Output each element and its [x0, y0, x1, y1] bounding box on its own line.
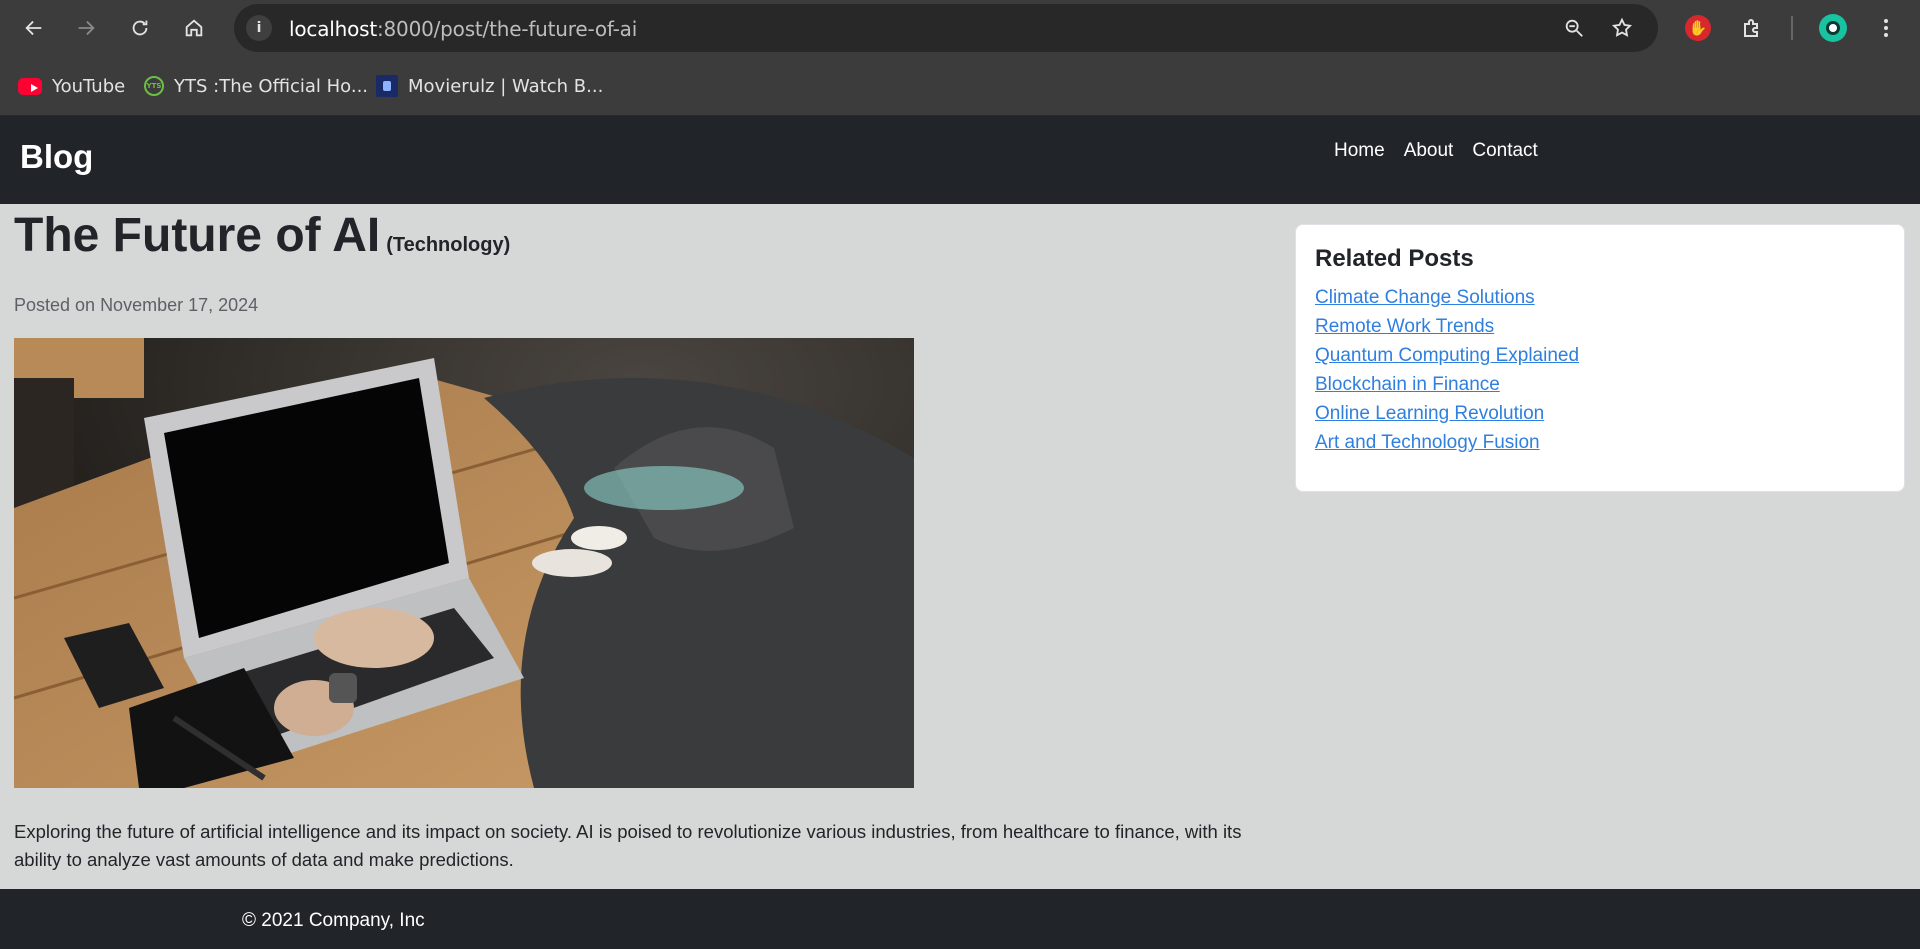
post-body: Exploring the future of artificial intel…	[14, 821, 1242, 870]
bookmark-movierulz[interactable]: Movierulz | Watch B...	[376, 72, 603, 100]
address-bar[interactable]: i localhost:8000/post/the-future-of-ai	[234, 4, 1658, 52]
main-content: The Future of AI (Technology) Posted on N…	[0, 204, 1920, 889]
related-posts-title: Related Posts	[1315, 245, 1474, 272]
related-link-remote-work[interactable]: Remote Work Trends	[1315, 312, 1885, 341]
site-info-icon[interactable]: i	[246, 15, 272, 41]
browser-toolbar: i localhost:8000/post/the-future-of-ai ✋	[0, 0, 1920, 56]
home-button[interactable]	[176, 10, 212, 46]
laptop-photo-illustration	[14, 338, 914, 788]
bookmark-label: YTS :The Official Ho...	[174, 75, 369, 97]
footer-copyright: © 2021 Company, Inc	[242, 910, 425, 931]
reload-icon	[132, 20, 148, 36]
puzzle-icon	[1744, 19, 1758, 37]
post-title: The Future of AI (Technology)	[14, 208, 510, 263]
bookmark-label: Movierulz | Watch B...	[408, 75, 604, 97]
related-link-blockchain[interactable]: Blockchain in Finance	[1315, 370, 1885, 399]
browser-menu-button[interactable]	[1870, 12, 1902, 44]
site-footer: © 2021 Company, Inc	[0, 889, 1920, 949]
bookmark-youtube[interactable]: YouTube	[18, 72, 125, 100]
kebab-menu-icon	[1884, 19, 1888, 37]
related-link-climate[interactable]: Climate Change Solutions	[1315, 283, 1885, 312]
brand-link[interactable]: Blog	[20, 138, 93, 176]
arrow-left-icon	[25, 20, 42, 36]
star-icon	[1611, 17, 1633, 37]
related-link-quantum[interactable]: Quantum Computing Explained	[1315, 341, 1885, 370]
nav-home-link[interactable]: Home	[1334, 140, 1385, 162]
post-title-text: The Future of AI	[14, 209, 381, 262]
url-host: localhost	[289, 17, 377, 41]
bookmark-label: YouTube	[52, 75, 126, 97]
related-link-online-learning[interactable]: Online Learning Revolution	[1315, 399, 1885, 428]
toolbar-divider	[1791, 16, 1793, 40]
home-icon	[185, 19, 203, 37]
bookmark-star-button[interactable]	[1608, 14, 1636, 42]
yts-icon: YTS	[144, 76, 164, 96]
nav-links: Home About Contact	[1334, 140, 1557, 162]
url-text[interactable]: localhost:8000/post/the-future-of-ai	[289, 17, 637, 41]
back-button[interactable]	[16, 10, 52, 46]
related-link-art-tech[interactable]: Art and Technology Fusion	[1315, 428, 1885, 457]
post-hero-image	[14, 338, 914, 788]
url-path: :8000/post/the-future-of-ai	[376, 17, 638, 41]
post-date: Posted on November 17, 2024	[14, 295, 259, 315]
movierulz-icon	[376, 75, 398, 97]
related-posts-card: Related Posts Climate Change Solutions R…	[1295, 224, 1905, 492]
bookmark-yts[interactable]: YTS YTS :The Official Ho...	[144, 72, 368, 100]
reload-button[interactable]	[122, 10, 158, 46]
stop-hand-icon: ✋	[1685, 15, 1711, 41]
youtube-icon	[18, 77, 42, 95]
extensions-menu-button[interactable]	[1736, 12, 1768, 44]
profile-button[interactable]	[1817, 12, 1849, 44]
zoom-button[interactable]	[1560, 14, 1588, 42]
extension-button[interactable]: ✋	[1682, 12, 1714, 44]
nav-about-link[interactable]: About	[1404, 140, 1454, 162]
zoom-icon	[1565, 19, 1583, 37]
site-navbar: Blog Home About Contact	[0, 116, 1920, 204]
bookmarks-bar: YouTube YTS YTS :The Official Ho... Movi…	[0, 56, 1920, 116]
arrow-right-icon	[78, 20, 95, 36]
post-category: (Technology)	[386, 234, 511, 256]
avatar	[1819, 14, 1847, 42]
nav-contact-link[interactable]: Contact	[1472, 140, 1537, 162]
forward-button[interactable]	[68, 10, 104, 46]
